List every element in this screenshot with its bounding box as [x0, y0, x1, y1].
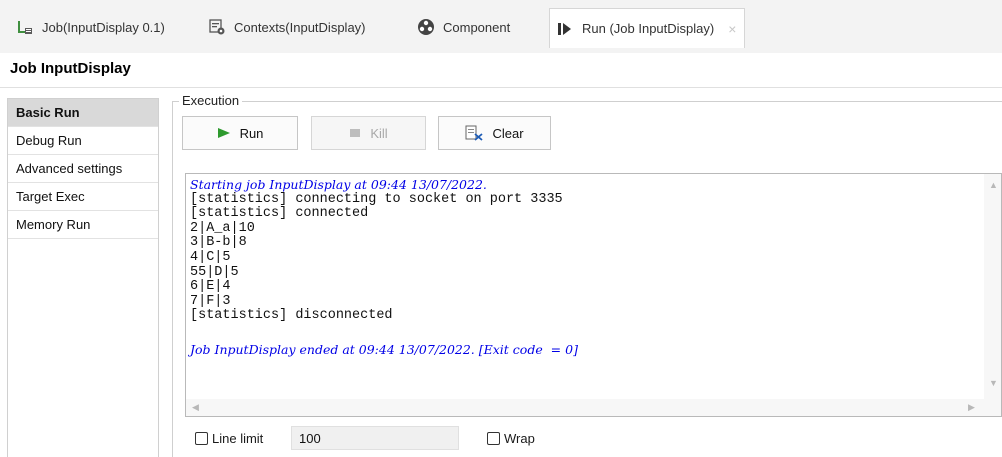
close-icon[interactable]: ×	[728, 21, 736, 37]
component-icon	[417, 18, 435, 36]
console-text: Starting job InputDisplay at 09:44 13/07…	[190, 177, 578, 357]
nav-item-debug-run[interactable]: Debug Run	[8, 127, 158, 155]
tab-label: Component	[443, 19, 511, 35]
line-limit-option[interactable]: Line limit	[195, 427, 263, 449]
editor-tab-bar: Job(InputDisplay 0.1) Contexts(InputDisp…	[0, 0, 1002, 53]
scroll-left-icon[interactable]: ◀	[192, 402, 199, 413]
console-line: 55|D|5	[190, 264, 239, 280]
nav-item-target-exec[interactable]: Target Exec	[8, 183, 158, 211]
wrap-label: Wrap	[504, 430, 535, 446]
page-title: Job InputDisplay	[10, 60, 131, 77]
line-limit-checkbox[interactable]	[195, 431, 208, 445]
tab-contexts[interactable]: Contexts(InputDisplay)	[208, 10, 366, 44]
console-line: [statistics] disconnected	[190, 308, 393, 324]
wrap-checkbox[interactable]	[487, 431, 500, 445]
line-limit-input[interactable]: 100	[291, 426, 459, 450]
run-button-label: Run	[239, 125, 264, 141]
tab-label: Contexts(InputDisplay)	[234, 19, 366, 35]
nav-item-basic-run[interactable]: Basic Run	[8, 99, 158, 127]
horizontal-scrollbar[interactable]: ◀ ▶	[186, 399, 986, 416]
scroll-up-icon[interactable]: ▲	[989, 180, 998, 190]
clear-button[interactable]: Clear	[438, 116, 551, 150]
run-view-icon	[556, 20, 574, 38]
console-output[interactable]: Starting job InputDisplay at 09:44 13/07…	[185, 173, 1002, 417]
stop-icon	[349, 127, 361, 139]
run-settings-nav: Basic Run Debug Run Advanced settings Ta…	[7, 98, 159, 457]
console-line: Starting job InputDisplay at 09:44 13/07…	[190, 177, 487, 192]
wrap-option[interactable]: Wrap	[487, 427, 535, 449]
console-line: 6|E|4	[190, 279, 231, 295]
tab-run[interactable]: Run (Job InputDisplay) ×	[549, 8, 746, 48]
tab-label: Job(InputDisplay 0.1)	[42, 19, 165, 35]
console-line: 2|A_a|10	[190, 220, 255, 236]
kill-button-label: Kill	[370, 125, 388, 141]
scrollbar-corner	[984, 399, 1001, 416]
nav-item-memory-run[interactable]: Memory Run	[8, 211, 158, 239]
vertical-scrollbar[interactable]: ▲ ▼	[984, 174, 1001, 400]
clear-icon	[465, 125, 484, 141]
job-icon	[16, 18, 34, 36]
contexts-icon	[208, 18, 226, 36]
scroll-right-icon[interactable]: ▶	[968, 402, 975, 413]
play-icon	[217, 127, 231, 139]
nav-item-advanced-settings[interactable]: Advanced settings	[8, 155, 158, 183]
clear-button-label: Clear	[492, 125, 524, 141]
run-button[interactable]: Run	[182, 116, 298, 150]
divider	[0, 87, 1002, 88]
kill-button[interactable]: Kill	[311, 116, 426, 150]
console-line: [statistics] connecting to socket on por…	[190, 191, 563, 207]
line-limit-label: Line limit	[212, 430, 264, 446]
console-line: [statistics] connected	[190, 206, 369, 222]
console-line: 7|F|3	[190, 293, 231, 309]
console-line: Job InputDisplay ended at 09:44 13/07/20…	[190, 341, 578, 357]
console-line: 4|C|5	[190, 249, 231, 265]
tab-job[interactable]: Job(InputDisplay 0.1)	[16, 10, 165, 44]
console-line: 3|B-b|8	[190, 235, 247, 251]
execution-legend: Execution	[179, 93, 243, 108]
scroll-down-icon[interactable]: ▼	[989, 378, 998, 388]
tab-label: Run (Job InputDisplay)	[582, 21, 715, 36]
tab-component[interactable]: Component	[417, 10, 510, 44]
